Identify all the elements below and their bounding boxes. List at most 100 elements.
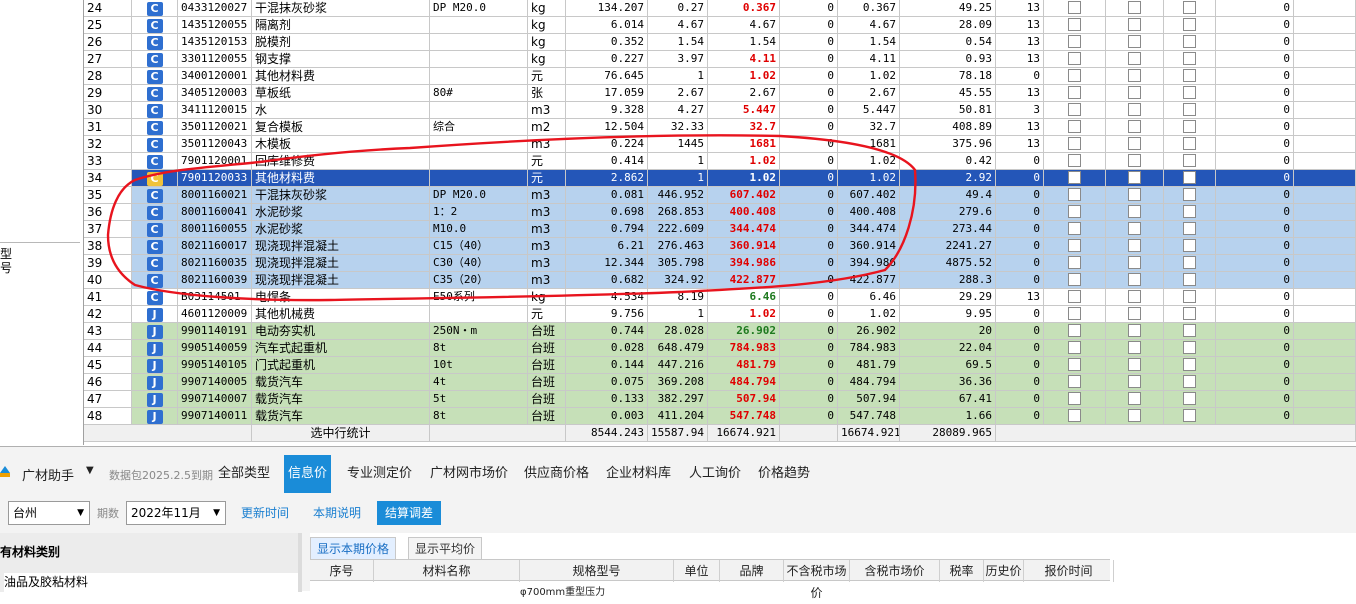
table-row[interactable]: 38 C 8021160017 现浇现拌混凝土 C15（40） m3 6.21 276.463…	[84, 238, 1356, 255]
checkbox-cell[interactable]	[1044, 255, 1106, 272]
checkbox[interactable]	[1068, 341, 1081, 354]
table-row[interactable]: 37 C 8001160055 水泥砂浆 M10.0 m3 0.794 222.609 344.…	[84, 221, 1356, 238]
checkbox-cell[interactable]	[1164, 323, 1216, 340]
checkbox[interactable]	[1183, 154, 1196, 167]
tab-3[interactable]: 广材网市场价	[426, 455, 512, 493]
checkbox-cell[interactable]	[1044, 187, 1106, 204]
checkbox[interactable]	[1128, 137, 1141, 150]
checkbox[interactable]	[1128, 86, 1141, 99]
brand-name[interactable]: 广材助手	[22, 465, 74, 484]
checkbox-cell[interactable]	[1044, 85, 1106, 102]
checkbox[interactable]	[1128, 69, 1141, 82]
checkbox-cell[interactable]	[1164, 340, 1216, 357]
checkbox-cell[interactable]	[1106, 0, 1164, 17]
checkbox[interactable]	[1068, 256, 1081, 269]
checkbox-cell[interactable]	[1164, 391, 1216, 408]
checkbox[interactable]	[1128, 358, 1141, 371]
checkbox-cell[interactable]	[1164, 0, 1216, 17]
checkbox-cell[interactable]	[1106, 51, 1164, 68]
checkbox-cell[interactable]	[1164, 85, 1216, 102]
table-row[interactable]: 41 C B03114501 电焊条 E50系列 kg 4.534 8.19 6.46 0 6.46…	[84, 289, 1356, 306]
checkbox-cell[interactable]	[1164, 170, 1216, 187]
checkbox[interactable]	[1128, 1, 1141, 14]
table-row[interactable]: 47 J 9907140007 载货汽车 5t 台班 0.133 382.297 507.94 0…	[84, 391, 1356, 408]
checkbox[interactable]	[1128, 409, 1141, 422]
checkbox-cell[interactable]	[1106, 391, 1164, 408]
checkbox[interactable]	[1183, 188, 1196, 201]
checkbox-cell[interactable]	[1044, 17, 1106, 34]
checkbox-cell[interactable]	[1164, 255, 1216, 272]
checkbox-cell[interactable]	[1106, 272, 1164, 289]
checkbox[interactable]	[1183, 239, 1196, 252]
checkbox-cell[interactable]	[1106, 119, 1164, 136]
checkbox-cell[interactable]	[1164, 187, 1216, 204]
tab-4[interactable]: 供应商价格	[520, 455, 593, 493]
checkbox-cell[interactable]	[1106, 323, 1164, 340]
checkbox-cell[interactable]	[1044, 68, 1106, 85]
period-select[interactable]: 2022年11月 ▼	[126, 501, 226, 525]
table-row[interactable]: 34 C 7901120033 其他材料费元 2.862 1 1.02 0 1.02 2.92 0 0	[84, 170, 1356, 187]
checkbox-cell[interactable]	[1044, 170, 1106, 187]
column-header[interactable]: 历史价	[984, 560, 1024, 582]
checkbox[interactable]	[1183, 1, 1196, 14]
checkbox[interactable]	[1183, 18, 1196, 31]
settlement-adjust-button[interactable]: 结算调差	[377, 501, 442, 525]
checkbox[interactable]	[1183, 103, 1196, 116]
checkbox-cell[interactable]	[1164, 34, 1216, 51]
checkbox[interactable]	[1128, 324, 1141, 337]
column-header[interactable]: 规格型号	[520, 560, 674, 582]
checkbox-cell[interactable]	[1164, 238, 1216, 255]
checkbox[interactable]	[1128, 171, 1141, 184]
checkbox-cell[interactable]	[1106, 17, 1164, 34]
tab-5[interactable]: 企业材料库	[602, 455, 675, 493]
table-row[interactable]: 35 C 8001160021 干混抹灰砂浆 DP M20.0 m3 0.081 446.95…	[84, 187, 1356, 204]
checkbox-cell[interactable]	[1164, 68, 1216, 85]
checkbox[interactable]	[1183, 375, 1196, 388]
region-select[interactable]: 台州 ▼	[8, 501, 90, 525]
checkbox-cell[interactable]	[1106, 170, 1164, 187]
checkbox-cell[interactable]	[1106, 340, 1164, 357]
checkbox[interactable]	[1068, 120, 1081, 133]
checkbox-cell[interactable]	[1164, 289, 1216, 306]
checkbox[interactable]	[1068, 222, 1081, 235]
checkbox[interactable]	[1183, 35, 1196, 48]
checkbox[interactable]	[1068, 375, 1081, 388]
tab-7[interactable]: 价格趋势	[754, 455, 814, 493]
checkbox[interactable]	[1068, 86, 1081, 99]
checkbox-cell[interactable]	[1164, 357, 1216, 374]
tab-6[interactable]: 人工询价	[685, 455, 745, 493]
checkbox-cell[interactable]	[1044, 357, 1106, 374]
checkbox[interactable]	[1183, 137, 1196, 150]
checkbox[interactable]	[1068, 1, 1081, 14]
checkbox[interactable]	[1068, 290, 1081, 303]
checkbox-cell[interactable]	[1106, 102, 1164, 119]
checkbox[interactable]	[1183, 358, 1196, 371]
column-header[interactable]: 单位	[674, 560, 720, 582]
table-row[interactable]: 26 C 1435120153 脱模剂 kg 0.352 1.54 1.54 0 1.54 0.54…	[84, 34, 1356, 51]
checkbox-cell[interactable]	[1106, 306, 1164, 323]
column-header[interactable]: 税率	[940, 560, 984, 582]
checkbox-cell[interactable]	[1164, 51, 1216, 68]
checkbox-cell[interactable]	[1044, 340, 1106, 357]
checkbox-cell[interactable]	[1044, 51, 1106, 68]
checkbox[interactable]	[1183, 256, 1196, 269]
table-row[interactable]: 24 C 0433120027 干混抹灰砂浆 DP M20.0 kg 134.207 0.27…	[84, 0, 1356, 17]
checkbox[interactable]	[1128, 120, 1141, 133]
checkbox-cell[interactable]	[1106, 238, 1164, 255]
checkbox-cell[interactable]	[1044, 391, 1106, 408]
checkbox-cell[interactable]	[1044, 238, 1106, 255]
tab-0[interactable]: 全部类型	[214, 455, 274, 493]
table-row[interactable]: 42 J 4601120009 其他机械费元 9.756 1 1.02 0 1.02 9.95 0 0	[84, 306, 1356, 323]
column-header[interactable]: 不含税市场价	[784, 560, 850, 600]
checkbox-cell[interactable]	[1106, 153, 1164, 170]
checkbox-cell[interactable]	[1106, 187, 1164, 204]
table-row[interactable]: 40 C 8021160039 现浇现拌混凝土 C35（20） m3 0.682 324.92…	[84, 272, 1356, 289]
tab-average-price[interactable]: 显示平均价	[408, 537, 483, 559]
checkbox[interactable]	[1128, 307, 1141, 320]
checkbox[interactable]	[1068, 324, 1081, 337]
checkbox[interactable]	[1183, 392, 1196, 405]
checkbox[interactable]	[1183, 409, 1196, 422]
category-item[interactable]: 油品及胶粘材料	[4, 573, 300, 592]
checkbox[interactable]	[1183, 52, 1196, 65]
checkbox-cell[interactable]	[1164, 221, 1216, 238]
